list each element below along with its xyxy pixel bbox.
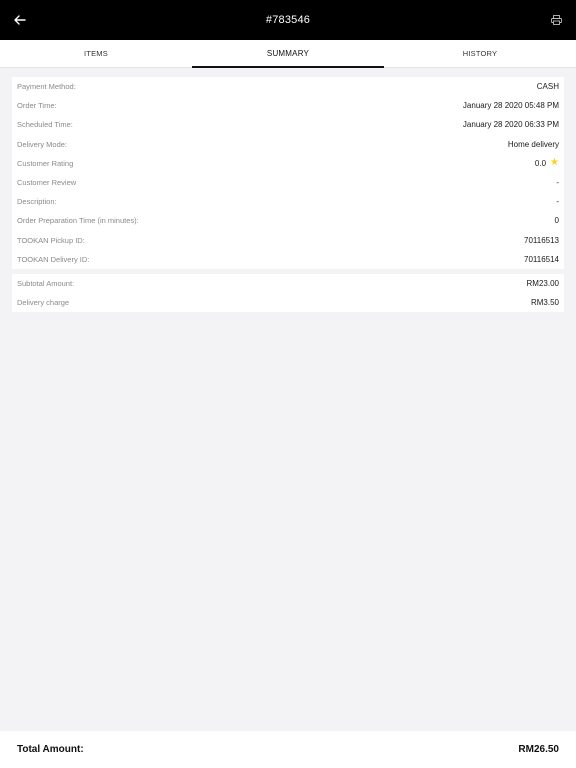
tab-items[interactable]: ITEMS [0,40,192,67]
detail-row-payment-method: Payment Method: CASH [12,77,564,96]
detail-value: Home delivery [507,139,559,149]
tab-summary[interactable]: SUMMARY [192,40,384,68]
amounts-card: Subtotal Amount: RM23.00 Delivery charge… [12,274,564,313]
detail-label: Delivery Mode: [17,139,68,149]
detail-row-tookan-pickup-id: TOOKAN Pickup ID: 70116513 [12,231,564,250]
rating-value: 0.0 [534,158,547,168]
amount-label: Subtotal Amount: [17,279,75,289]
detail-value: - [556,197,559,207]
order-number-title: #783546 [265,14,311,26]
rating-value-group: 0.0 ★ [535,158,559,168]
detail-value: January 28 2020 06:33 PM [462,120,559,130]
star-icon: ★ [550,157,559,169]
detail-row-preparation-time: Order Preparation Time (in minutes): 0 [12,211,564,230]
detail-value: 70116514 [524,254,559,264]
detail-value: January 28 2020 05:48 PM [462,101,559,111]
detail-label: Order Time: [17,101,57,111]
total-amount-bar: Total Amount: RM26.50 [0,731,576,768]
detail-label: Customer Review [17,178,77,188]
tab-bar: ITEMS SUMMARY HISTORY [0,40,576,68]
print-button[interactable] [544,8,568,32]
amount-row-subtotal: Subtotal Amount: RM23.00 [12,274,564,293]
amount-value: RM3.50 [530,298,559,308]
detail-value: 70116513 [524,235,559,245]
amount-row-delivery-charge: Delivery charge RM3.50 [12,293,564,312]
top-bar: #783546 [0,0,576,40]
detail-label: Order Preparation Time (in minutes): [17,216,139,226]
detail-label: TOOKAN Delivery ID: [17,254,90,264]
detail-label: TOOKAN Pickup ID: [17,235,85,245]
detail-label: Payment Method: [17,82,76,92]
arrow-left-icon [14,15,26,25]
tab-history[interactable]: HISTORY [384,40,576,67]
detail-value: CASH [536,82,559,92]
detail-row-scheduled-time: Scheduled Time: January 28 2020 06:33 PM [12,115,564,134]
total-amount-label: Total Amount: [17,744,84,755]
detail-label: Description: [17,197,57,207]
detail-row-customer-review: Customer Review - [12,173,564,192]
amount-label: Delivery charge [17,298,70,308]
detail-row-tookan-delivery-id: TOOKAN Delivery ID: 70116514 [12,250,564,269]
order-details-card: Payment Method: CASH Order Time: January… [12,77,564,269]
detail-label: Customer Rating [17,158,74,168]
detail-label: Scheduled Time: [17,120,73,130]
detail-row-description: Description: - [12,192,564,211]
detail-value: 0 [554,216,559,226]
detail-row-customer-rating: Customer Rating 0.0 ★ [12,154,564,173]
detail-row-delivery-mode: Delivery Mode: Home delivery [12,135,564,154]
detail-row-order-time: Order Time: January 28 2020 05:48 PM [12,96,564,115]
printer-icon [550,15,562,25]
total-amount-value: RM26.50 [518,744,559,755]
detail-value: - [556,178,559,188]
order-summary-screen: #783546 ITEMS SUMMARY HISTORY Payment Me… [0,0,576,768]
back-button[interactable] [8,8,32,32]
amount-value: RM23.00 [526,279,559,289]
